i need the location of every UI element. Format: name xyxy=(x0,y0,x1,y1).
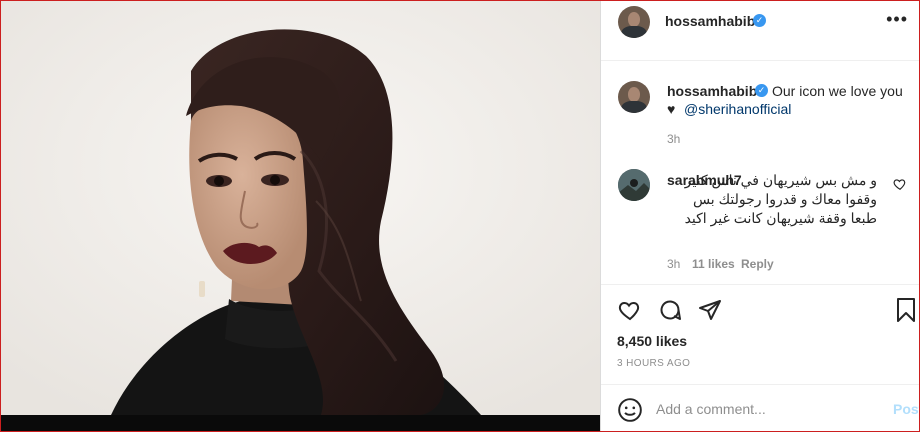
comment-icon[interactable] xyxy=(657,298,683,322)
comment-likes-label[interactable]: 11 likes xyxy=(692,257,735,271)
emoji-icon[interactable] xyxy=(617,397,643,423)
comment-timestamp[interactable]: 3h xyxy=(667,257,680,271)
commenter-avatar[interactable] xyxy=(618,169,650,201)
media-bottom-bar xyxy=(1,415,600,431)
caption-avatar[interactable] xyxy=(618,81,650,113)
caption-timestamp[interactable]: 3h xyxy=(667,132,680,146)
portrait-image xyxy=(1,1,600,415)
post-side-panel: hossamhabib ✓ ••• hossamhabib ✓ Our icon… xyxy=(600,1,919,431)
comment-reply-button[interactable]: Reply xyxy=(741,257,774,271)
comment-likes-count[interactable]: 11 likes xyxy=(692,257,735,271)
caption-heart-emoji: ♥ xyxy=(667,101,676,117)
post-header: hossamhabib ✓ ••• xyxy=(601,1,919,61)
comment-like-heart-icon[interactable] xyxy=(893,177,907,191)
likes-count[interactable]: 8,450 likes xyxy=(617,333,687,349)
comment-reply-label[interactable]: Reply xyxy=(741,257,774,271)
bookmark-icon[interactable] xyxy=(895,297,917,323)
verified-icon: ✓ xyxy=(753,14,766,27)
more-options-icon[interactable]: ••• xyxy=(886,9,908,30)
post-modal: hossamhabib ✓ ••• hossamhabib ✓ Our icon… xyxy=(0,0,920,432)
post-timestamp[interactable]: 3 HOURS AGO xyxy=(617,358,690,369)
heart-icon[interactable] xyxy=(617,298,643,322)
author-avatar[interactable] xyxy=(618,6,650,38)
post-photo[interactable] xyxy=(1,1,600,415)
comment-input[interactable]: Add a comment... xyxy=(656,401,766,417)
share-icon[interactable] xyxy=(697,298,723,322)
caption-text: Our icon we love you xyxy=(772,83,903,99)
author-username[interactable]: hossamhabib xyxy=(665,13,755,29)
comment-text: و مش بس شيريهان في ناس كتير وقفوا معاك و… xyxy=(684,172,877,226)
caption-username[interactable]: hossamhabib xyxy=(667,83,757,99)
caption-mention-link[interactable]: @sherihanofficial xyxy=(684,100,791,118)
add-comment-bar: Add a comment... Post xyxy=(601,384,919,431)
post-comment-button[interactable]: Post xyxy=(893,401,919,417)
verified-icon: ✓ xyxy=(755,84,768,97)
